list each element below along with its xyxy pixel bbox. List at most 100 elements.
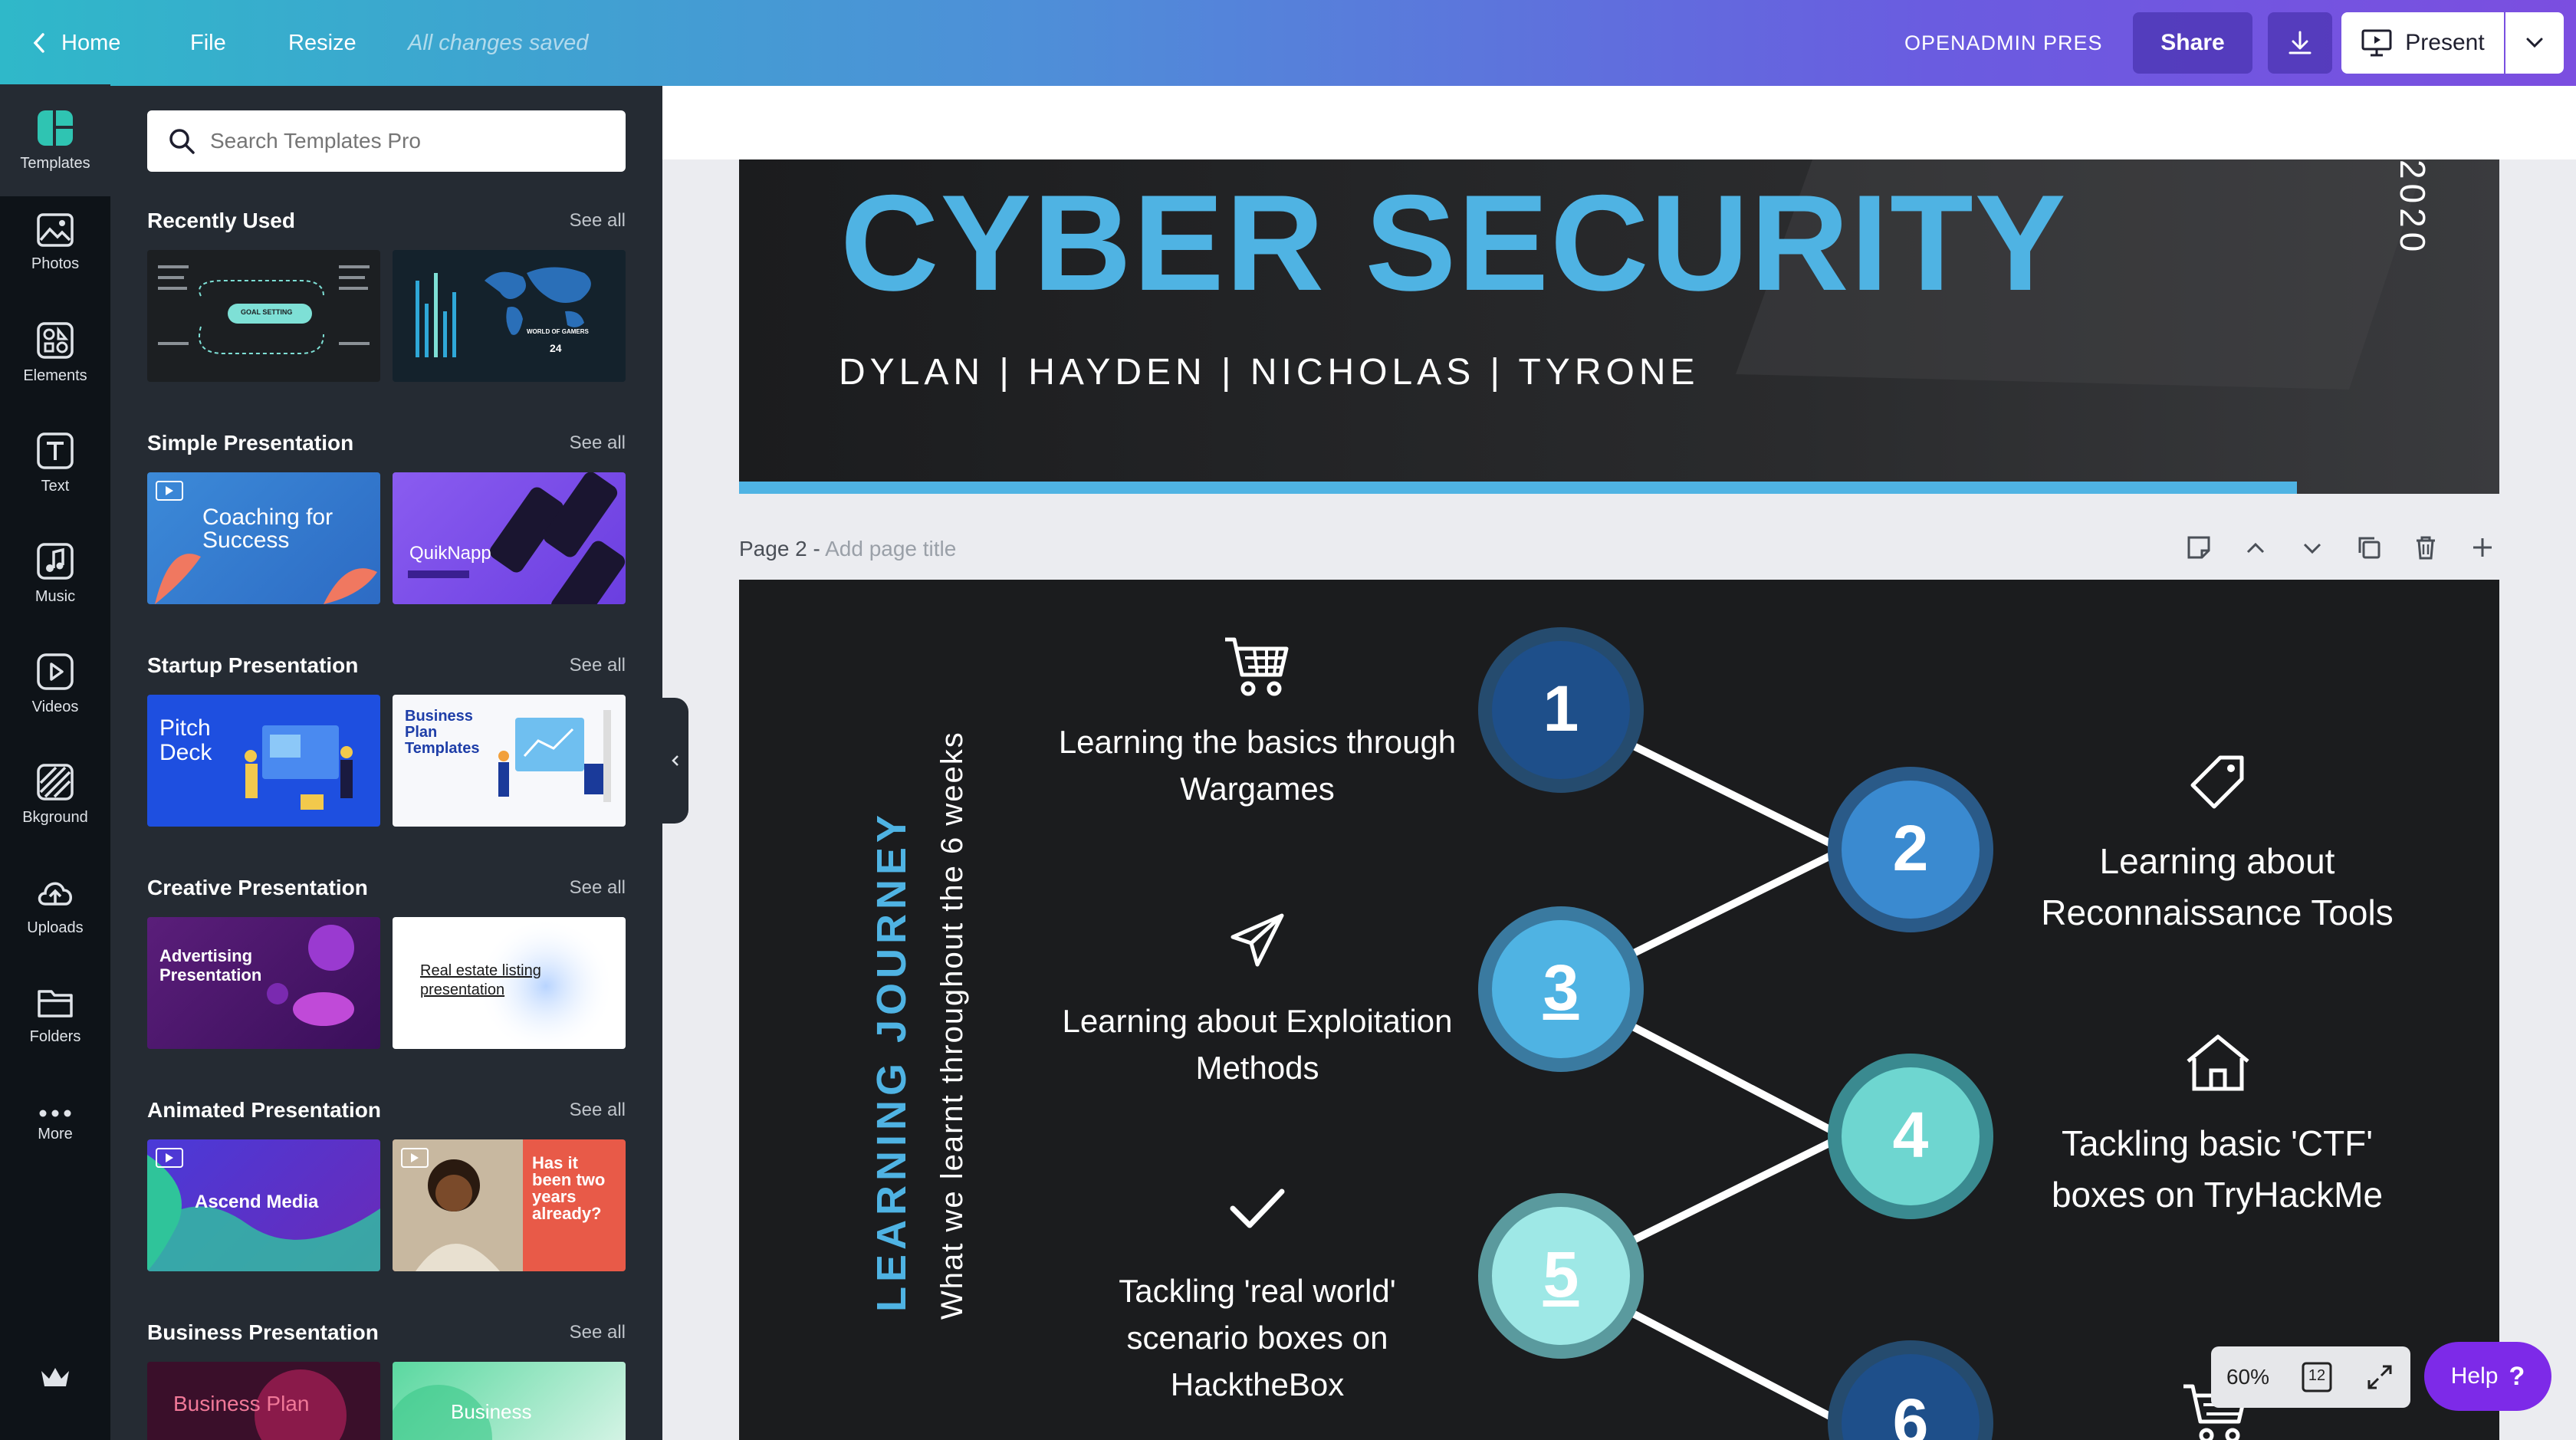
share-button[interactable]: Share (2133, 12, 2252, 74)
rail-item-text[interactable]: Text (0, 417, 110, 509)
thumb-text: Business Plan (173, 1392, 310, 1415)
home-button[interactable]: Home (31, 0, 120, 86)
search-icon (169, 129, 195, 154)
uploads-icon (38, 882, 72, 906)
slide-1[interactable]: CYBER SECURITY DYLAN | HAYDEN | NICHOLAS… (739, 159, 2499, 494)
text-icon (37, 432, 74, 469)
chevron-down-icon (2526, 38, 2543, 48)
present-options-button[interactable] (2505, 12, 2564, 74)
item-text-hackthebox: Tackling 'real world' scenario boxes on … (1119, 1273, 1396, 1402)
mindmap-diagram (158, 265, 370, 354)
rail-item-folders[interactable]: Folders (0, 969, 110, 1061)
checkmark-icon (1230, 1188, 1285, 1228)
see-all-link[interactable]: See all (570, 1100, 626, 1121)
accent-bar (739, 482, 2297, 494)
thumb-text: Real estate listing presentation (420, 962, 541, 998)
template-thumb[interactable]: Has it been two years already? (393, 1139, 626, 1271)
see-all-link[interactable]: See all (570, 877, 626, 899)
page-grid-button[interactable]: 12 (2300, 1360, 2334, 1394)
chevron-left-icon (33, 33, 44, 53)
side-rail: Templates Photos Elements Text Music Vid… (0, 84, 110, 1440)
file-menu[interactable]: File (190, 0, 226, 86)
fullscreen-icon[interactable] (2364, 1362, 2395, 1392)
elements-icon (37, 321, 74, 359)
resize-menu[interactable]: Resize (288, 0, 356, 86)
thumb-text: Business Plan Templates (405, 708, 480, 757)
thumb-text: Business (451, 1400, 532, 1423)
page-2-label[interactable]: Page 2 - Add page title (739, 537, 956, 561)
duplicate-icon[interactable] (2355, 534, 2383, 561)
thumb-text: QuikNapp (409, 543, 491, 564)
home-label: Home (61, 30, 121, 55)
thumb-text: Coaching for Success (202, 505, 334, 553)
document-title[interactable]: OPENADMIN PRES (1904, 0, 2103, 86)
rail-item-templates[interactable]: Templates (0, 84, 110, 196)
zoom-level[interactable]: 60% (2226, 1365, 2269, 1389)
phones-graphic (408, 472, 626, 604)
chevron-left-icon (672, 755, 678, 766)
present-button[interactable]: Present (2341, 12, 2504, 74)
rail-item-elements[interactable]: Elements (0, 307, 110, 399)
rail-label: Music (34, 587, 76, 605)
premium-crown-button[interactable] (38, 1363, 72, 1395)
template-thumb[interactable]: Pitch Deck (147, 695, 380, 827)
section-title: Startup Presentation (147, 653, 359, 677)
template-thumb[interactable]: WORLD OF GAMERS 24 (393, 250, 626, 382)
template-thumb[interactable]: Advertising Presentation (147, 917, 380, 1049)
rail-item-music[interactable]: Music (0, 528, 110, 620)
download-icon (2288, 31, 2312, 54)
file-label: File (190, 30, 226, 55)
help-button[interactable]: Help ? (2424, 1342, 2551, 1411)
see-all-link[interactable]: See all (570, 655, 626, 676)
rail-item-uploads[interactable]: Uploads (0, 859, 110, 951)
notes-icon[interactable] (2185, 534, 2213, 561)
cart-icon (1225, 637, 1289, 696)
template-thumb[interactable]: Business (393, 1362, 626, 1440)
add-page-icon[interactable] (2469, 534, 2496, 561)
question-mark-icon: ? (2509, 1361, 2525, 1391)
move-up-icon[interactable] (2242, 534, 2269, 561)
see-all-link[interactable]: See all (570, 432, 626, 454)
see-all-link[interactable]: See all (570, 210, 626, 232)
collapse-panel-button[interactable] (662, 698, 688, 824)
rail-item-videos[interactable]: Videos (0, 638, 110, 730)
page-number-label: Page 2 - (739, 537, 820, 561)
background-icon (37, 763, 74, 801)
step-number-5: 5 (1543, 1238, 1579, 1310)
step-number-6: 6 (1892, 1386, 1929, 1440)
step-number-3: 3 (1543, 952, 1579, 1024)
step-number-2: 2 (1892, 812, 1929, 884)
help-label: Help (2450, 1363, 2499, 1389)
thumb-text: GOAL SETTING (241, 308, 293, 316)
trash-icon[interactable] (2412, 534, 2440, 561)
rail-item-more[interactable]: More (0, 1080, 110, 1172)
template-thumb[interactable]: GOAL SETTING (147, 250, 380, 382)
template-thumb[interactable]: Business Plan Templates (393, 695, 626, 827)
top-bar: Home File Resize All changes saved OPENA… (0, 0, 2576, 86)
search-box[interactable] (147, 110, 626, 172)
see-all-link[interactable]: See all (570, 1322, 626, 1343)
search-input[interactable] (210, 129, 609, 153)
template-thumb[interactable]: QuikNapp (393, 472, 626, 604)
section-title: Creative Presentation (147, 876, 368, 899)
save-status: All changes saved (408, 30, 589, 55)
template-thumb[interactable]: Coaching for Success (147, 472, 380, 604)
rail-label: Elements (23, 367, 87, 384)
folders-icon (38, 989, 73, 1018)
download-button[interactable] (2268, 12, 2332, 74)
template-thumb[interactable]: Business Plan (147, 1362, 380, 1440)
section-title: Animated Presentation (147, 1098, 381, 1122)
canvas-top-strip (662, 86, 2576, 159)
rail-item-background[interactable]: Bkground (0, 748, 110, 840)
move-down-icon[interactable] (2298, 534, 2326, 561)
slide-2[interactable]: LEARNING JOURNEY What we learnt througho… (739, 580, 2499, 1440)
item-text-tryhackme: Tackling basic 'CTF' boxes on TryHackMe (2051, 1123, 2384, 1215)
template-thumb[interactable]: Ascend Media (147, 1139, 380, 1271)
template-thumb[interactable]: Real estate listing presentation (393, 917, 626, 1049)
page-title-placeholder[interactable]: Add page title (825, 537, 956, 561)
zoom-controls: 60% 12 (2211, 1346, 2410, 1408)
rail-item-photos[interactable]: Photos (0, 196, 110, 288)
rail-label: Folders (29, 1027, 81, 1045)
music-icon (37, 542, 74, 580)
present-icon (2361, 29, 2392, 57)
